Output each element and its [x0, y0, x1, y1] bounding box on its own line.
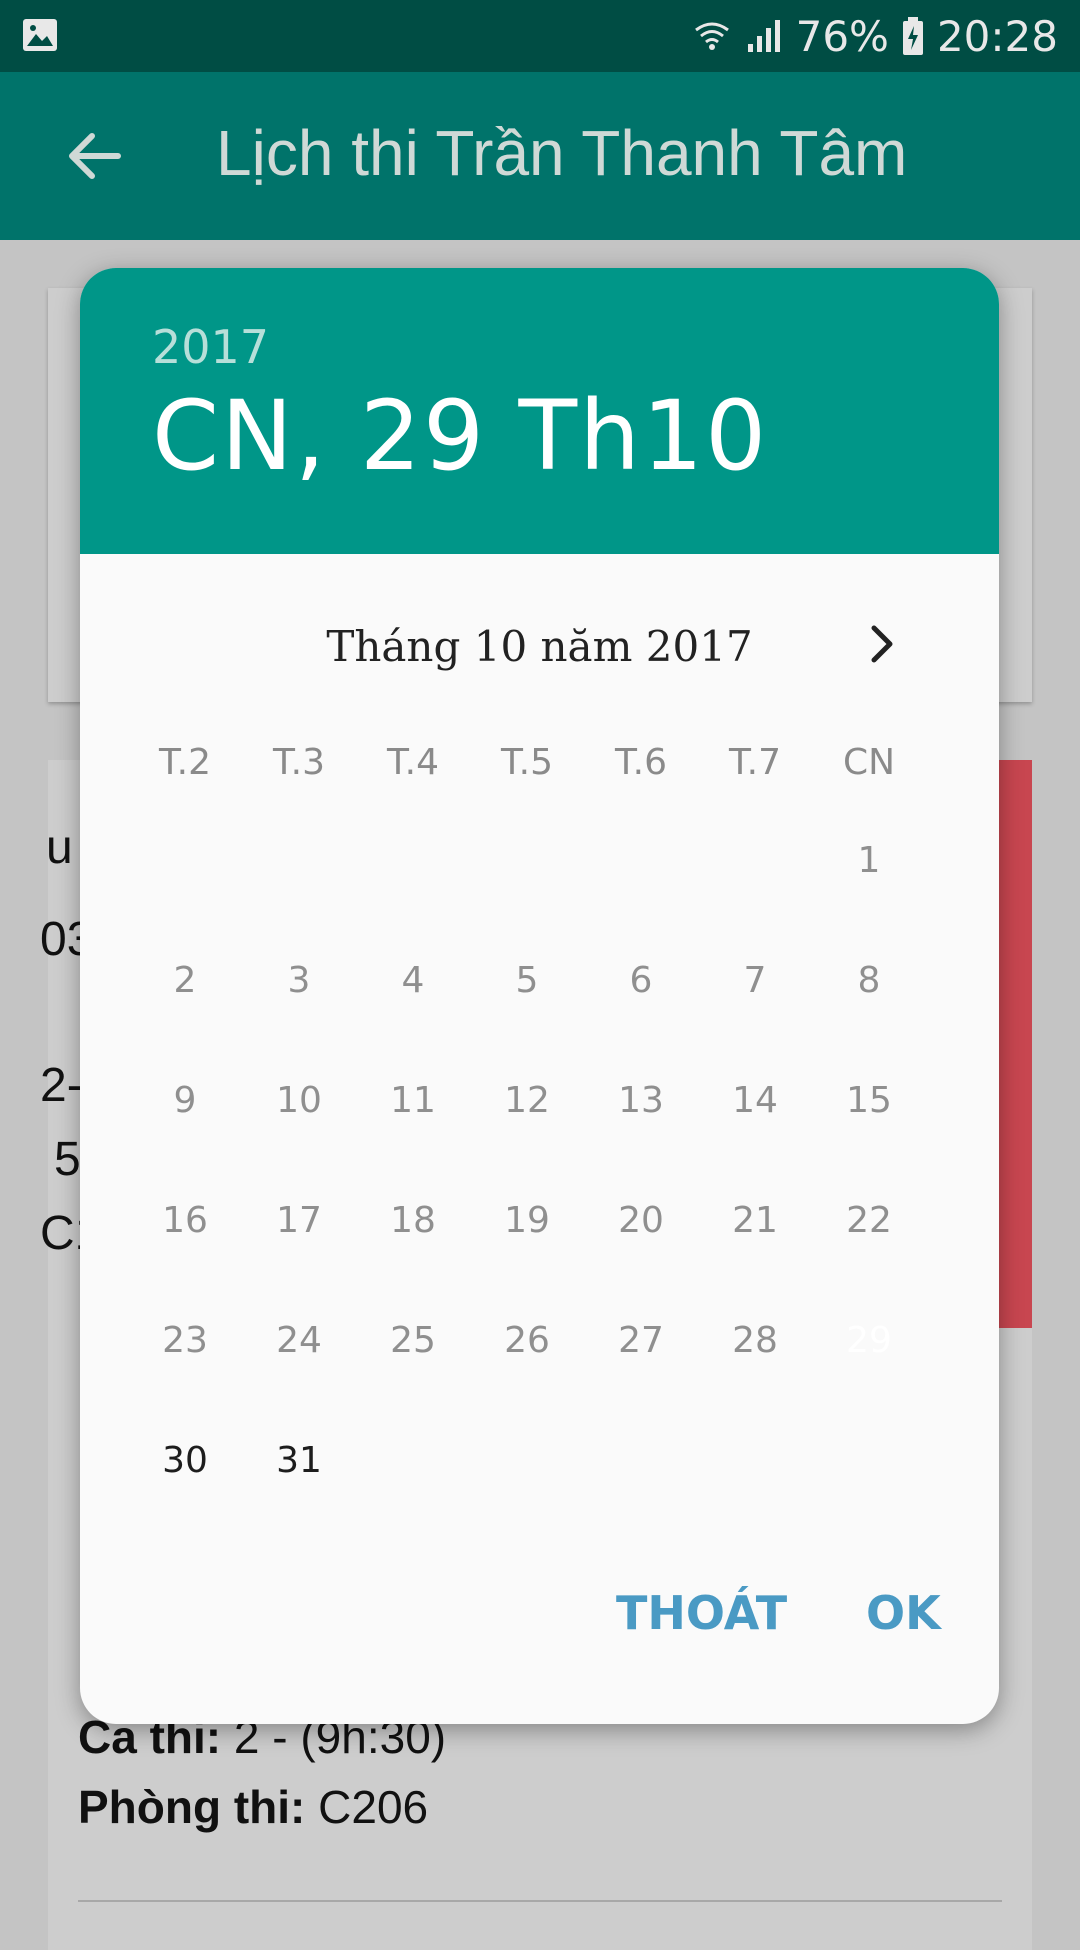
ok-button[interactable]: OK [866, 1586, 941, 1640]
calendar-day[interactable]: 28 [698, 1284, 812, 1398]
background-fragment: u [46, 821, 73, 874]
calendar-day[interactable]: 2 [128, 924, 242, 1038]
calendar-day[interactable]: 21 [698, 1164, 812, 1278]
battery-charging-icon [902, 17, 923, 55]
wifi-icon [694, 22, 729, 50]
clock: 20:28 [936, 11, 1058, 61]
year-label[interactable]: 2017 [152, 320, 269, 374]
calendar-day[interactable]: 31 [242, 1404, 356, 1518]
calendar-day[interactable]: 10 [242, 1044, 356, 1158]
calendar-day[interactable]: 11 [356, 1044, 470, 1158]
calendar-day[interactable]: 25 [356, 1284, 470, 1398]
room-value: C206 [318, 1781, 429, 1833]
calendar-day[interactable]: 13 [584, 1044, 698, 1158]
room-label: Phòng thi: [78, 1781, 306, 1833]
weekday-label: T.6 [614, 742, 668, 783]
calendar-day[interactable]: 27 [584, 1284, 698, 1398]
calendar-day[interactable]: 22 [812, 1164, 926, 1278]
calendar-day[interactable]: 1 [812, 804, 926, 918]
weekday-label: T.4 [386, 742, 440, 783]
calendar-day[interactable]: 24 [242, 1284, 356, 1398]
calendar-day[interactable]: 26 [470, 1284, 584, 1398]
weekday-label: CN [842, 742, 896, 783]
calendar-day[interactable]: 12 [470, 1044, 584, 1158]
calendar-day[interactable]: 19 [470, 1164, 584, 1278]
calendar-day[interactable]: 5 [470, 924, 584, 1038]
app-bar: Lịch thi Trần Thanh Tâm [0, 72, 1080, 240]
signal-icon [747, 20, 780, 52]
divider [78, 1900, 1002, 1902]
chevron-right-icon[interactable] [858, 620, 906, 668]
calendar-day[interactable]: 7 [698, 924, 812, 1038]
background-fragment: 5 [54, 1133, 81, 1186]
cancel-button[interactable]: THOÁT [616, 1586, 787, 1640]
calendar-day[interactable]: 14 [698, 1044, 812, 1158]
calendar-day[interactable]: 6 [584, 924, 698, 1038]
weekday-label: T.3 [272, 742, 326, 783]
calendar-day-selected[interactable]: 29 [809, 1281, 929, 1401]
selected-date-label[interactable]: CN, 29 Th10 [152, 380, 768, 492]
calendar-day[interactable]: 20 [584, 1164, 698, 1278]
image-icon [23, 19, 57, 51]
calendar-day[interactable]: 30 [128, 1404, 242, 1518]
weekday-label: T.7 [728, 742, 782, 783]
calendar-day[interactable]: 4 [356, 924, 470, 1038]
calendar-day[interactable]: 23 [128, 1284, 242, 1398]
calendar-day[interactable]: 18 [356, 1164, 470, 1278]
calendar-day[interactable]: 9 [128, 1044, 242, 1158]
date-picker-header: 2017 CN, 29 Th10 [80, 268, 999, 554]
weekday-label: T.2 [158, 742, 212, 783]
weekday-label: T.5 [500, 742, 554, 783]
date-picker-dialog: 2017 CN, 29 Th10 Tháng 10 năm 2017 T.2 T… [80, 268, 999, 1724]
arrow-left-icon[interactable] [62, 124, 126, 188]
calendar-day[interactable]: 15 [812, 1044, 926, 1158]
battery-percent: 76% [795, 11, 889, 61]
calendar-day[interactable]: 17 [242, 1164, 356, 1278]
page-title: Lịch thi Trần Thanh Tâm [216, 117, 908, 189]
calendar-day[interactable]: 3 [242, 924, 356, 1038]
calendar-day[interactable]: 16 [128, 1164, 242, 1278]
status-bar: 76% 20:28 [0, 0, 1080, 72]
room-row: Phòng thi: C206 [78, 1780, 428, 1834]
calendar-day[interactable]: 8 [812, 924, 926, 1038]
